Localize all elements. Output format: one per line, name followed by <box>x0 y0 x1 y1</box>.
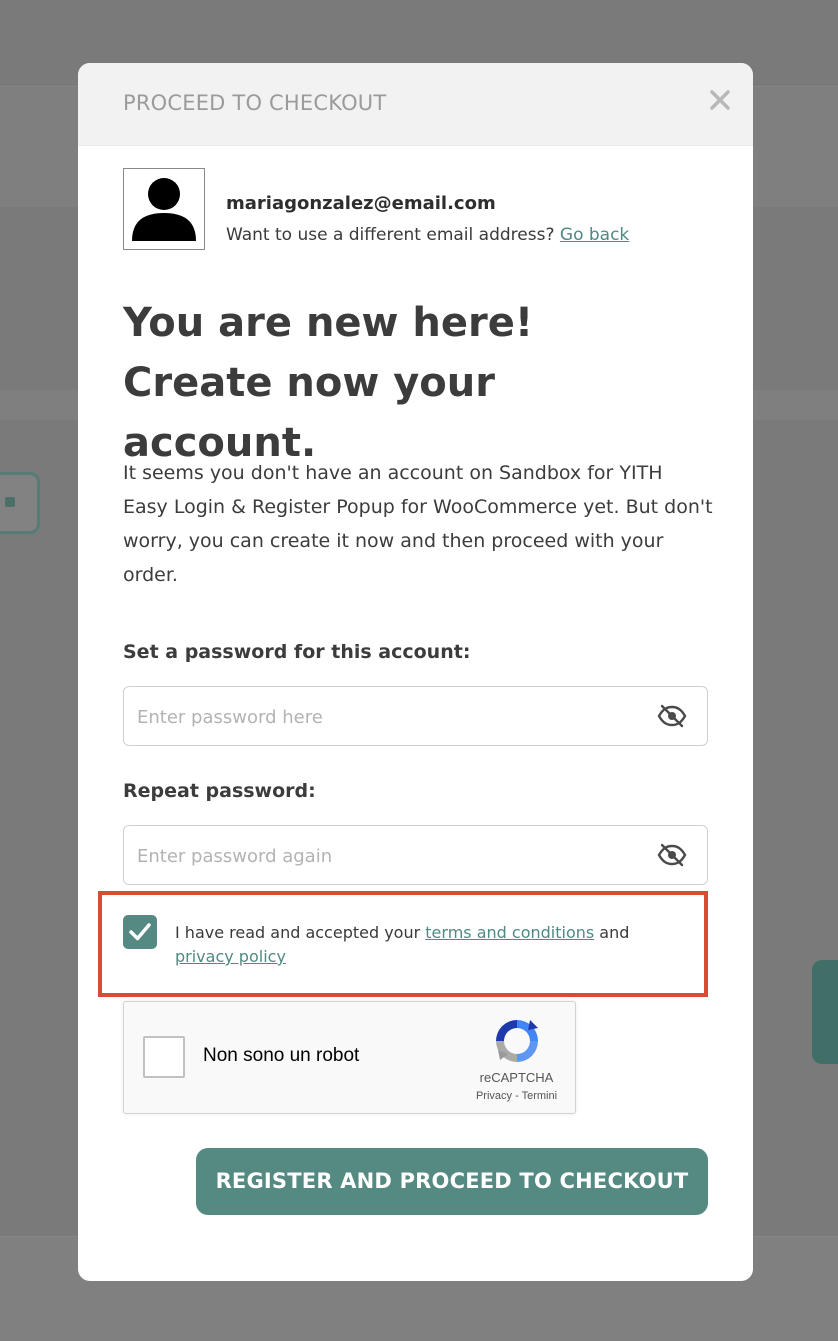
consent-text-middle: and <box>599 923 630 942</box>
password-label: Set a password for this account: <box>123 641 471 663</box>
description-text: It seems you don't have an account on Sa… <box>123 462 713 586</box>
account-email: mariagonzalez@email.com <box>226 193 496 214</box>
password-field <box>123 686 708 747</box>
checkmark-icon <box>129 923 151 941</box>
recaptcha-checkbox[interactable] <box>143 1036 185 1078</box>
page-headline: You are new here! Create now your accoun… <box>123 300 534 466</box>
close-icon <box>710 90 730 110</box>
repeat-password-label: Repeat password: <box>123 780 316 802</box>
close-button[interactable] <box>705 85 735 115</box>
consent-text-before: I have read and accepted your <box>175 923 421 942</box>
privacy-policy-link[interactable]: privacy policy <box>175 947 286 966</box>
recaptcha-widget: Non sono un robot reCAPTCHA Privacy - Te… <box>123 1001 576 1114</box>
different-email-text: Want to use a different email address? <box>226 225 555 245</box>
go-back-link[interactable]: Go back <box>560 225 629 245</box>
password-input[interactable] <box>135 687 639 747</box>
recaptcha-privacy-link[interactable]: Privacy <box>476 1090 512 1102</box>
password-visibility-toggle[interactable] <box>657 704 687 728</box>
consent-text: I have read and accepted your terms and … <box>175 921 690 969</box>
recaptcha-logo-icon <box>496 1020 538 1062</box>
register-and-checkout-button[interactable]: REGISTER AND PROCEED TO CHECKOUT <box>196 1148 708 1215</box>
eye-slash-icon <box>657 843 687 867</box>
repeat-password-visibility-toggle[interactable] <box>657 843 687 867</box>
recaptcha-label: Non sono un robot <box>203 1045 360 1066</box>
recaptcha-links: Privacy - Termini <box>464 1090 569 1102</box>
eye-slash-icon <box>657 704 687 728</box>
recaptcha-brand: reCAPTCHA <box>479 1070 554 1085</box>
consent-checkbox[interactable] <box>123 915 157 949</box>
avatar <box>123 168 205 250</box>
recaptcha-links-separator: - <box>515 1090 519 1102</box>
modal-header: PROCEED TO CHECKOUT <box>78 63 753 146</box>
modal-title: PROCEED TO CHECKOUT <box>123 91 387 115</box>
background-button <box>812 960 838 1064</box>
checkout-modal: PROCEED TO CHECKOUT mariagonzalez@email.… <box>78 63 753 1281</box>
user-silhouette-icon <box>132 178 196 241</box>
repeat-password-input[interactable] <box>135 826 639 886</box>
terms-link[interactable]: terms and conditions <box>425 923 594 942</box>
background-button <box>0 472 40 534</box>
repeat-password-field <box>123 825 708 886</box>
recaptcha-terms-link[interactable]: Termini <box>522 1090 557 1102</box>
different-email-prompt: Want to use a different email address? G… <box>226 225 629 245</box>
